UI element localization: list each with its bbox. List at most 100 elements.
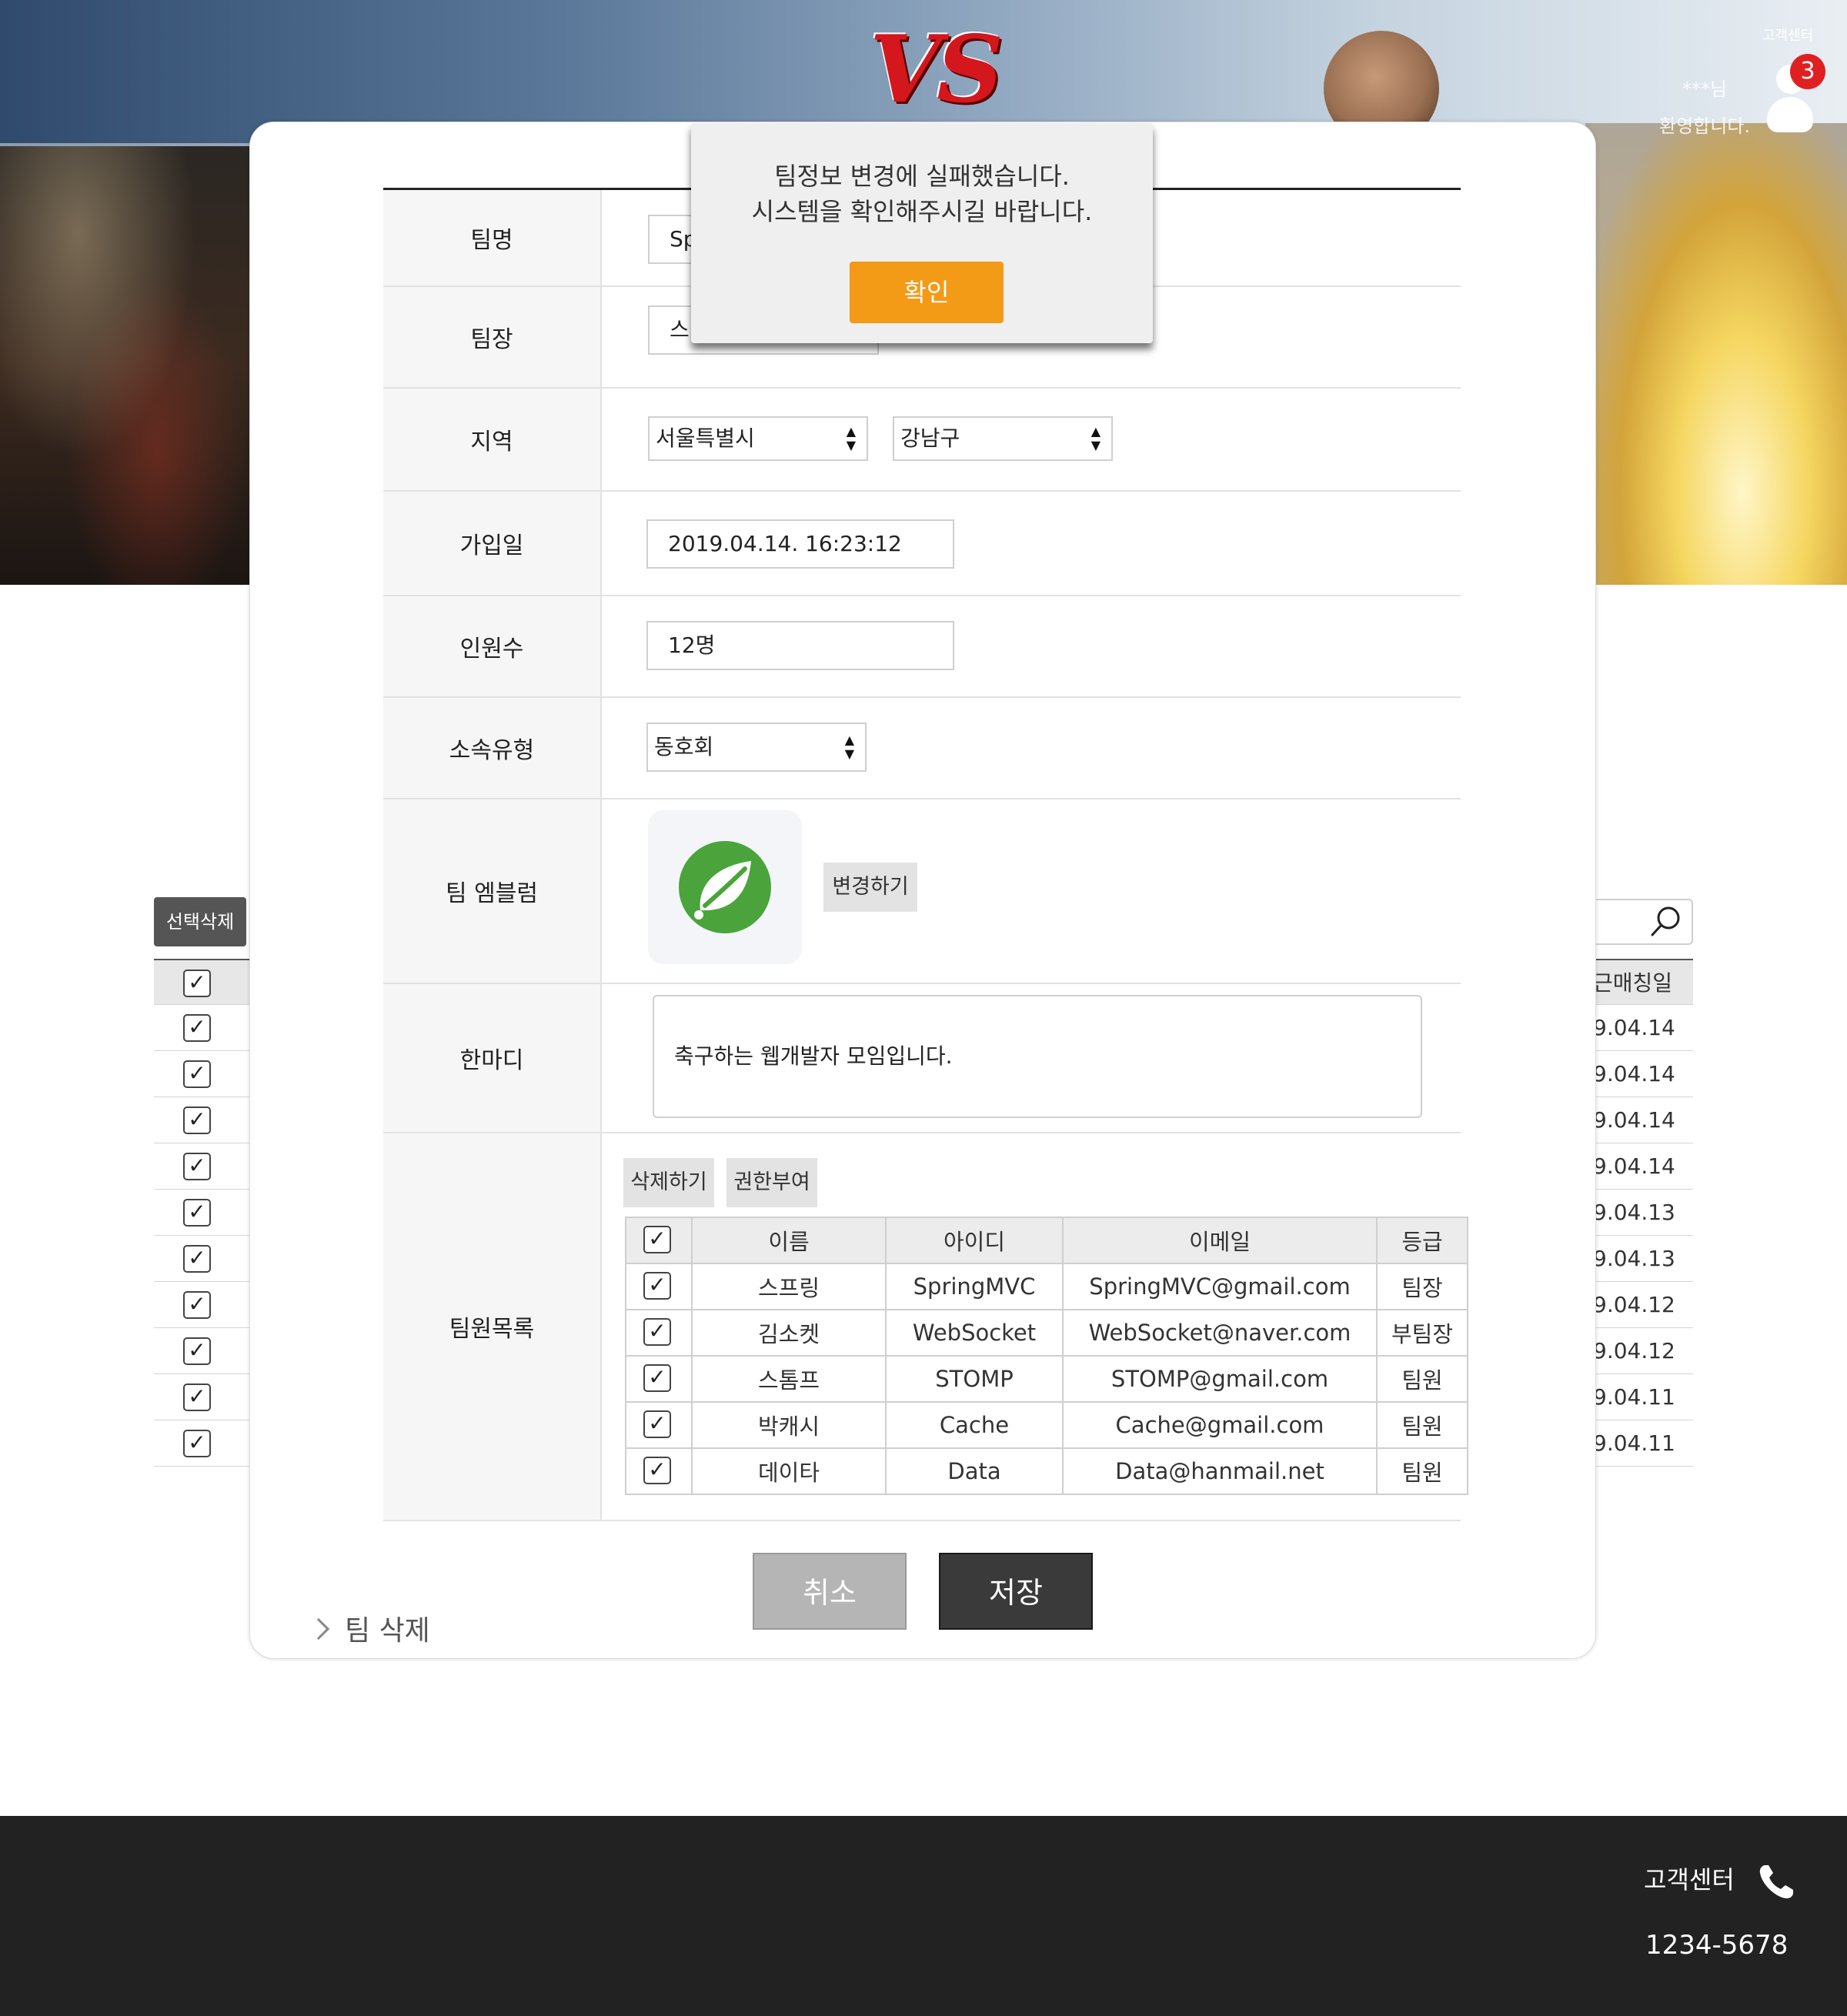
background-checkbox-column: ✓ ✓ ✓ ✓ ✓ ✓ ✓ ✓ ✓ ✓ ✓ — [154, 959, 249, 1467]
row-checkbox[interactable]: ✓ — [183, 1383, 211, 1411]
select-delete-button[interactable]: 선택삭제 — [154, 897, 246, 946]
row-checkbox[interactable]: ✓ — [183, 1106, 211, 1134]
cancel-button[interactable]: 취소 — [753, 1553, 907, 1630]
member-checkbox[interactable]: ✓ — [643, 1364, 671, 1392]
team-emblem-image — [648, 810, 802, 964]
welcome-text: 환영합니다. — [1658, 115, 1751, 137]
member-table: ✓ 이름 아이디 이메일 등급 ✓ 스프링 SpringMVC SpringMV… — [625, 1217, 1468, 1495]
member-checkbox[interactable]: ✓ — [643, 1272, 671, 1300]
member-id: SpringMVC — [885, 1263, 1064, 1310]
member-count-field[interactable]: 12명 — [646, 621, 954, 670]
chevron-right-icon — [307, 1617, 330, 1641]
row-type: 소속유형 동호회 ▲ ▼ — [383, 698, 1461, 799]
footer-customer-center: 고객센터 — [1644, 1865, 1735, 1894]
footer-phone-number: 1234-5678 — [1645, 1930, 1789, 1961]
list-item: ✓ — [154, 1190, 249, 1236]
change-emblem-button[interactable]: 변경하기 — [823, 863, 917, 912]
save-button[interactable]: 저장 — [939, 1553, 1093, 1630]
label-members: 인원수 — [383, 596, 602, 696]
label-captain: 팀장 — [383, 287, 602, 387]
list-date: 9.04.11 — [1593, 1420, 1693, 1467]
row-checkbox[interactable]: ✓ — [183, 1060, 211, 1088]
alert-line-2: 시스템을 확인해주시길 바랍니다. — [751, 197, 1093, 226]
alert-line-1: 팀정보 변경에 실패했습니다. — [774, 162, 1070, 191]
team-delete-link[interactable]: 팀 삭제 — [307, 1608, 430, 1648]
user-greeting: ***님 환영합니다. — [1632, 71, 1778, 145]
list-date: 9.04.12 — [1593, 1328, 1693, 1374]
select-all-checkbox[interactable]: ✓ — [183, 970, 211, 997]
list-date: 9.04.12 — [1593, 1282, 1693, 1328]
notification-badge[interactable]: 3 — [1790, 54, 1825, 89]
col-id: 아이디 — [885, 1217, 1064, 1264]
spring-leaf-icon — [679, 841, 771, 933]
banner-stadium-lights — [1585, 123, 1847, 585]
table-row: ✓ 스프링 SpringMVC SpringMVC@gmail.com 팀장 — [625, 1263, 1468, 1310]
delete-members-button[interactable]: 삭제하기 — [623, 1158, 714, 1207]
member-grade: 팀원 — [1376, 1401, 1468, 1449]
alert-message: 팀정보 변경에 실패했습니다. 시스템을 확인해주시길 바랍니다. — [691, 159, 1153, 229]
region-city-select[interactable]: 서울특별시 ▲ ▼ — [648, 416, 868, 461]
comment-textarea[interactable]: 축구하는 웹개발자 모임입니다. — [653, 995, 1422, 1118]
list-item: ✓ — [154, 1236, 249, 1282]
row-emblem: 팀 엠블럼 변경하기 — [383, 799, 1461, 984]
row-region: 지역 서울특별시 ▲ ▼ 강남구 ▲ ▼ — [383, 389, 1461, 492]
col-grade: 등급 — [1376, 1217, 1468, 1264]
list-item: ✓ — [154, 1097, 249, 1143]
row-checkbox[interactable]: ✓ — [183, 1291, 211, 1319]
table-row: ✓ 데이타 Data Data@hanmail.net 팀원 — [625, 1447, 1468, 1495]
member-name: 데이타 — [691, 1447, 887, 1495]
row-checkbox[interactable]: ✓ — [183, 1337, 211, 1365]
list-date: 9.04.13 — [1593, 1236, 1693, 1282]
member-checkbox[interactable]: ✓ — [643, 1410, 671, 1438]
member-email: Cache@gmail.com — [1062, 1401, 1378, 1449]
alert-confirm-button[interactable]: 확인 — [850, 262, 1004, 323]
row-join-date: 가입일 2019.04.14. 16:23:12 — [383, 492, 1461, 596]
member-name: 스프링 — [691, 1263, 887, 1310]
member-checkbox[interactable]: ✓ — [643, 1457, 671, 1484]
row-checkbox[interactable]: ✓ — [183, 1153, 211, 1180]
member-email: Data@hanmail.net — [1062, 1447, 1378, 1495]
label-member-list: 팀원목록 — [383, 1133, 602, 1520]
list-header-row: ✓ — [154, 959, 249, 1005]
label-type: 소속유형 — [383, 698, 602, 798]
search-icon[interactable] — [1648, 903, 1684, 939]
row-checkbox[interactable]: ✓ — [183, 1245, 211, 1273]
row-checkbox[interactable]: ✓ — [183, 1014, 211, 1042]
member-grade: 팀장 — [1376, 1263, 1468, 1310]
member-id: Data — [885, 1447, 1064, 1495]
list-date: 9.04.13 — [1593, 1190, 1693, 1236]
row-checkbox[interactable]: ✓ — [183, 1199, 211, 1227]
team-type-select[interactable]: 동호회 ▲ ▼ — [646, 723, 867, 772]
user-name: ***님 — [1682, 78, 1728, 100]
select-all-members-checkbox[interactable]: ✓ — [643, 1226, 671, 1253]
member-name: 김소켓 — [691, 1309, 887, 1357]
region-district-select[interactable]: 강남구 ▲ ▼ — [893, 416, 1113, 461]
col-name: 이름 — [691, 1217, 887, 1264]
join-date-field[interactable]: 2019.04.14. 16:23:12 — [646, 519, 954, 569]
list-item: ✓ — [154, 1143, 249, 1190]
list-item: ✓ — [154, 1005, 249, 1051]
header-customer-center-link[interactable]: 고객센터 — [1762, 25, 1813, 45]
error-alert-dialog: 팀정보 변경에 실패했습니다. 시스템을 확인해주시길 바랍니다. 확인 — [691, 123, 1153, 343]
list-date: 9.04.14 — [1593, 1097, 1693, 1143]
list-date: 9.04.11 — [1593, 1374, 1693, 1420]
vs-logo[interactable]: VS — [870, 15, 1004, 124]
list-item: ✓ — [154, 1420, 249, 1467]
list-date: 9.04.14 — [1593, 1143, 1693, 1190]
table-row: ✓ 김소켓 WebSocket WebSocket@naver.com 부팀장 — [625, 1309, 1468, 1357]
list-item: ✓ — [154, 1282, 249, 1328]
member-email: SpringMVC@gmail.com — [1062, 1263, 1378, 1310]
label-comment: 한마디 — [383, 984, 602, 1132]
member-table-header: ✓ 이름 아이디 이메일 등급 — [625, 1217, 1468, 1264]
member-grade: 부팀장 — [1376, 1309, 1468, 1357]
member-checkbox[interactable]: ✓ — [643, 1318, 671, 1346]
grant-permission-button[interactable]: 권한부여 — [726, 1158, 817, 1207]
label-region: 지역 — [383, 389, 602, 490]
list-item: ✓ — [154, 1374, 249, 1420]
footer — [0, 1816, 1847, 2016]
row-checkbox[interactable]: ✓ — [183, 1430, 211, 1457]
member-grade: 팀원 — [1376, 1355, 1468, 1403]
label-emblem: 팀 엠블럼 — [383, 799, 602, 983]
list-item: ✓ — [154, 1328, 249, 1374]
member-id: STOMP — [885, 1355, 1064, 1403]
